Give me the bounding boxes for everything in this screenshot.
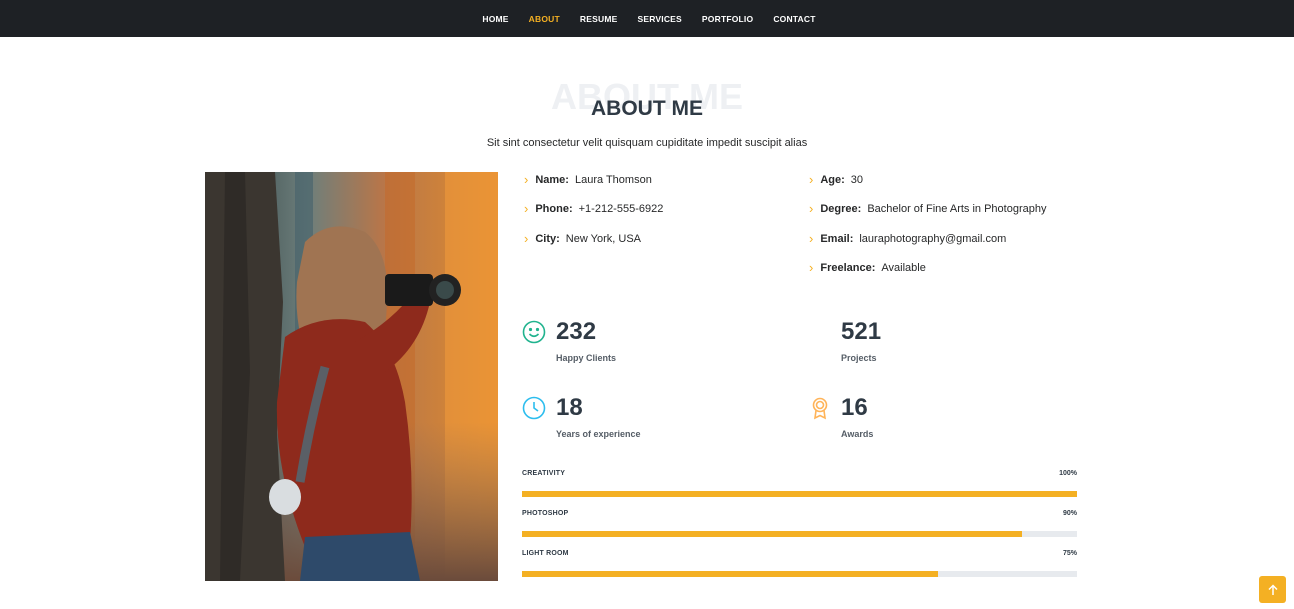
skill-lightroom-label: LIGHT ROOM: [522, 550, 569, 557]
skill-fill: [522, 491, 1077, 497]
info-phone: › Phone: +1-212-555-6922: [524, 201, 664, 216]
nav-home[interactable]: HOME: [482, 3, 508, 35]
skill-lightroom-value: 75%: [1062, 550, 1077, 557]
info-freelance: › Freelance: Available: [809, 260, 926, 275]
chevron-right-icon: ›: [809, 172, 814, 187]
chevron-right-icon: ›: [809, 260, 814, 275]
info-degree: › Degree: Bachelor of Fine Arts in Photo…: [809, 201, 1047, 216]
stat-experience-label: Years of experience: [556, 429, 641, 439]
chevron-right-icon: ›: [809, 231, 814, 246]
skill-lightroom-bar: [522, 571, 1077, 577]
skill-fill: [522, 531, 1022, 537]
profile-photo: [205, 172, 498, 581]
stat-experience-number: 18: [556, 394, 583, 421]
clock-icon: [522, 396, 546, 420]
arrow-up-icon: [1267, 583, 1278, 595]
skill-fill: [522, 571, 939, 577]
smile-icon: [522, 320, 546, 344]
skill-photoshop-bar: [522, 531, 1077, 537]
stat-happy-clients-label: Happy Clients: [556, 353, 617, 363]
nav-about[interactable]: ABOUT: [529, 3, 560, 35]
info-name: › Name: Laura Thomson: [524, 172, 652, 187]
chevron-right-icon: ›: [524, 172, 529, 187]
info-email: › Email: lauraphotography@gmail.com: [809, 231, 1007, 246]
stat-happy-clients-number: 232: [556, 318, 597, 345]
chevron-right-icon: ›: [524, 201, 529, 216]
stat-projects-label: Projects: [841, 353, 877, 363]
nav-menu: HOME ABOUT RESUME SERVICES PORTFOLIO CON…: [0, 0, 1294, 37]
nav-contact[interactable]: CONTACT: [773, 3, 815, 35]
skill-creativity-value: 100%: [1059, 470, 1077, 477]
stat-awards-label: Awards: [841, 429, 874, 439]
skill-creativity-label: CREATIVITY: [522, 470, 566, 477]
stat-projects-number: 521: [841, 318, 882, 345]
stat-awards-number: 16: [841, 394, 868, 421]
nav-portfolio[interactable]: PORTFOLIO: [702, 3, 753, 35]
section-subtitle: Sit sint consectetur velit quisquam cupi…: [486, 137, 808, 149]
chevron-right-icon: ›: [524, 231, 529, 246]
section-title: ABOUT ME: [591, 97, 703, 120]
skill-photoshop-label: PHOTOSHOP: [522, 510, 569, 517]
info-city: › City: New York, USA: [524, 231, 641, 246]
info-age: › Age: 30: [809, 172, 864, 187]
back-to-top-button[interactable]: [1259, 576, 1286, 603]
nav-services[interactable]: SERVICES: [637, 3, 681, 35]
nav-resume[interactable]: RESUME: [580, 3, 618, 35]
chevron-right-icon: ›: [809, 201, 814, 216]
award-icon: [808, 396, 832, 420]
top-navbar: HOME ABOUT RESUME SERVICES PORTFOLIO CON…: [0, 0, 1294, 37]
skill-photoshop-value: 90%: [1062, 510, 1077, 517]
skill-creativity-bar: [522, 491, 1077, 497]
